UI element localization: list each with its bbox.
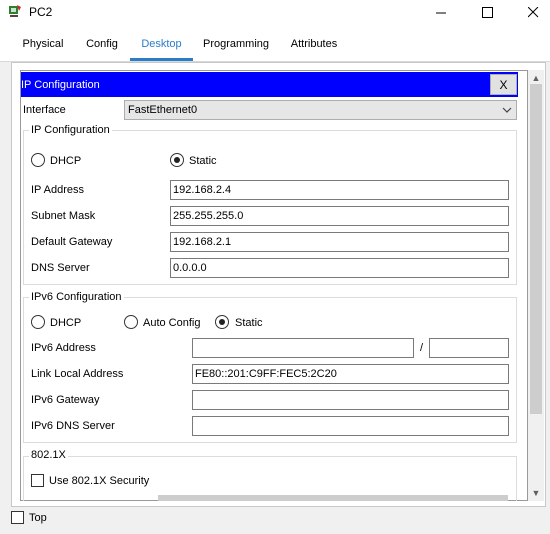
ipv4-dhcp-radio[interactable] — [31, 153, 45, 167]
ip-config-header-label: IP Configuration — [21, 79, 100, 91]
link-local-address-label: Link Local Address — [31, 368, 124, 380]
tab-desktop[interactable]: Desktop — [130, 38, 193, 58]
ipv6-dns-server-label: IPv6 DNS Server — [31, 420, 115, 432]
ipv6-prefix-input[interactable] — [429, 338, 509, 358]
ipv6-auto-config-radio[interactable] — [124, 315, 138, 329]
dns-server-label: DNS Server — [31, 262, 90, 274]
ipv4-dhcp-label: DHCP — [50, 155, 82, 167]
top-label: Top — [29, 512, 47, 524]
horizontal-scrollbar-thumb[interactable] — [158, 495, 508, 501]
interface-label: Interface — [23, 104, 66, 116]
maximize-icon — [481, 6, 493, 18]
default-gateway-input[interactable]: 192.168.2.1 — [170, 232, 509, 252]
title-bar: PC2 — [0, 0, 550, 24]
tab-attributes[interactable]: Attributes — [284, 38, 344, 58]
ipv6-group-title: IPv6 Configuration — [29, 291, 124, 303]
ipv6-dhcp-radio[interactable] — [31, 315, 45, 329]
ipv4-static-label: Static — [189, 155, 217, 167]
ipv6-dns-server-input[interactable] — [192, 416, 509, 436]
subnet-mask-label: Subnet Mask — [31, 210, 96, 222]
dns-server-input[interactable]: 0.0.0.0 — [170, 258, 509, 278]
interface-select[interactable]: FastEthernet0 — [124, 100, 517, 120]
ipv6-static-radio[interactable] — [215, 315, 229, 329]
tab-physical[interactable]: Physical — [14, 38, 72, 58]
use-8021x-security-checkbox[interactable] — [31, 474, 44, 487]
ipv6-gateway-label: IPv6 Gateway — [31, 394, 100, 406]
link-local-address-input[interactable]: FE80::201:C9FF:FEC5:2C20 — [192, 364, 509, 384]
tab-config[interactable]: Config — [80, 38, 124, 58]
close-window-button[interactable] — [510, 0, 550, 24]
minimize-icon — [435, 12, 446, 13]
ip-config-close-button[interactable]: X — [490, 74, 517, 95]
minimize-button[interactable] — [418, 0, 464, 24]
vertical-scrollbar[interactable]: ▲ ▼ — [528, 70, 544, 501]
ip-config-header: IP Configuration — [21, 72, 518, 97]
scroll-down-arrow-icon[interactable]: ▼ — [528, 485, 544, 501]
chevron-down-icon — [502, 107, 512, 113]
prefix-separator: / — [420, 342, 424, 354]
ipv4-static-radio[interactable] — [170, 153, 184, 167]
tab-bar: Physical Config Desktop Programming Attr… — [0, 24, 550, 62]
maximize-button[interactable] — [464, 0, 510, 24]
ipv6-gateway-input[interactable] — [192, 390, 509, 410]
use-8021x-security-label: Use 802.1X Security — [49, 475, 150, 487]
window-title: PC2 — [29, 5, 53, 19]
default-gateway-label: Default Gateway — [31, 236, 113, 248]
interface-value: FastEthernet0 — [128, 104, 198, 116]
close-icon — [527, 6, 538, 17]
ipv6-auto-config-label: Auto Config — [143, 317, 201, 329]
dot1x-group-title: 802.1X — [29, 449, 68, 461]
ipv6-address-input[interactable] — [192, 338, 414, 358]
ipv6-address-label: IPv6 Address — [31, 342, 96, 354]
scrollbar-thumb[interactable] — [530, 84, 542, 414]
app-icon — [9, 5, 21, 17]
ipv6-dhcp-label: DHCP — [50, 317, 82, 329]
subnet-mask-input[interactable]: 255.255.255.0 — [170, 206, 509, 226]
ipv4-group-title: IP Configuration — [29, 124, 112, 136]
tab-programming[interactable]: Programming — [200, 38, 272, 58]
ip-address-input[interactable]: 192.168.2.4 — [170, 180, 509, 200]
ip-address-label: IP Address — [31, 184, 84, 196]
ipv6-static-label: Static — [235, 317, 263, 329]
top-checkbox[interactable] — [11, 511, 24, 524]
